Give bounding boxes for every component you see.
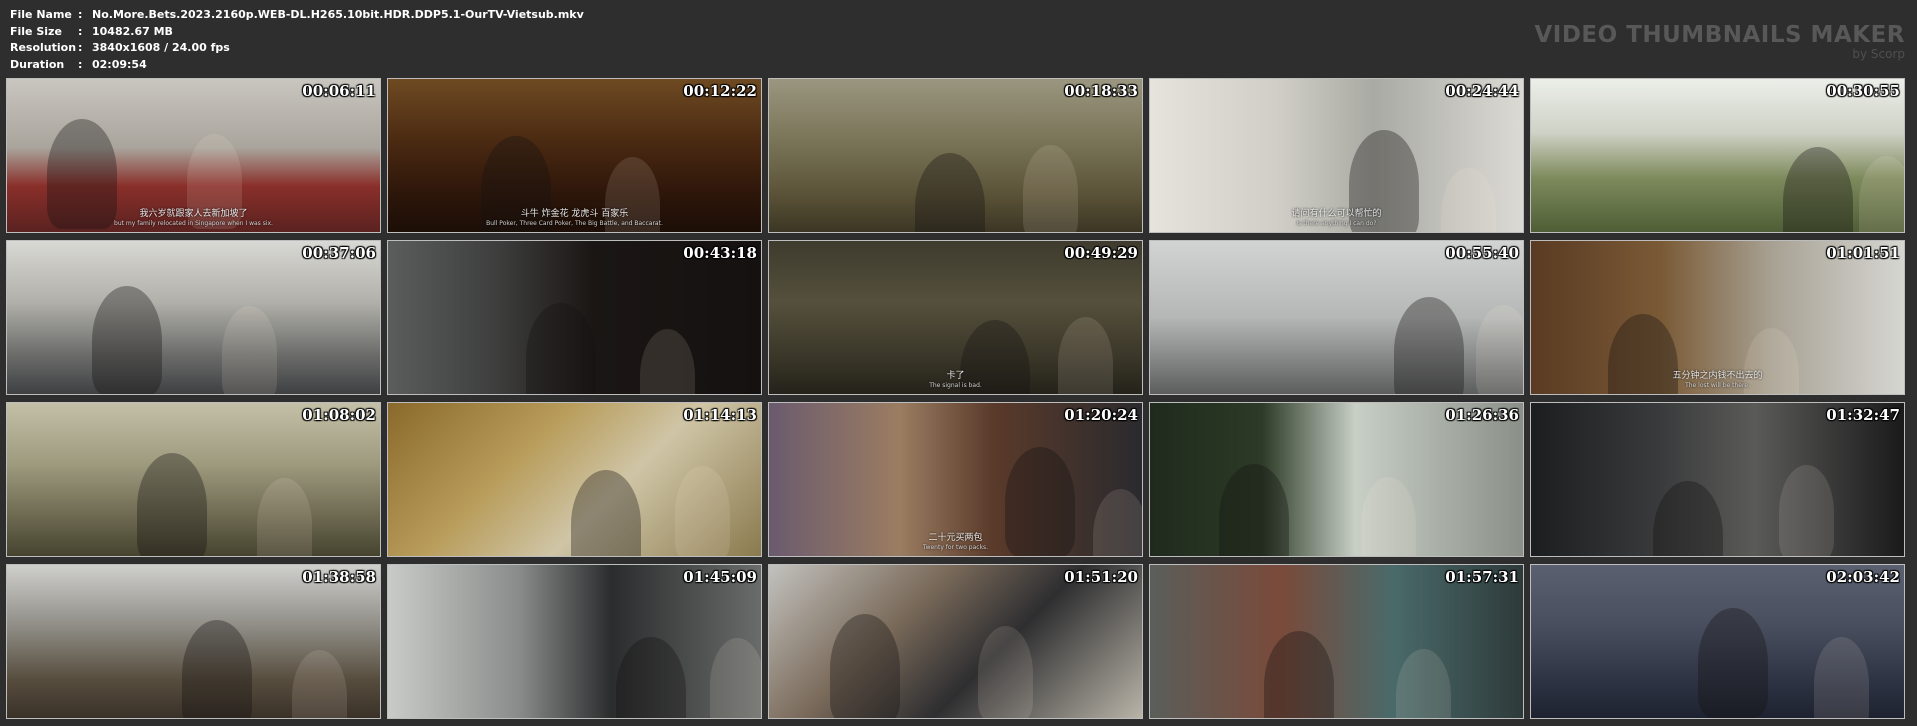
scene-figure [92, 286, 162, 394]
thumbnail-frame[interactable]: 01:26:36 [1149, 402, 1524, 557]
timestamp-label: 00:30:55 [1826, 82, 1900, 100]
scene-figure [1476, 305, 1523, 394]
scene-figure [830, 614, 900, 718]
scene-figure [182, 620, 252, 718]
thumbnail-frame[interactable]: 00:37:06 [6, 240, 381, 395]
thumbnail-image [1150, 565, 1523, 718]
timestamp-label: 02:03:42 [1826, 568, 1900, 586]
file-size-label: File Size [10, 24, 62, 38]
thumbnail-frame[interactable]: 00:06:11 我六岁就跟家人去新加坡了 but my family reloca… [6, 78, 381, 233]
brand-watermark: VIDEO THUMBNAILS MAKER by Scorp [1534, 22, 1905, 61]
timestamp-label: 00:18:33 [1064, 82, 1138, 100]
thumbnail-frame[interactable]: 01:08:02 [6, 402, 381, 557]
subtitle-chinese: 卡了 [946, 371, 965, 381]
file-name-label: File Name [10, 8, 72, 21]
thumbnail-image [388, 565, 761, 718]
timestamp-label: 01:14:13 [683, 406, 757, 424]
file-info-row: File Name : No.More.Bets.2023.2160p.WEB-… [10, 7, 584, 24]
scene-figure [675, 466, 730, 556]
thumbnail-grid: 00:06:11 我六岁就跟家人去新加坡了 but my family reloca… [6, 78, 1905, 719]
thumbnail-frame[interactable]: 01:51:20 [768, 564, 1143, 719]
header: File Name : No.More.Bets.2023.2160p.WEB-… [0, 0, 1917, 78]
subtitle-caption: 我六岁就跟家人去新加坡了 but my family relocated in S… [7, 209, 380, 229]
timestamp-label: 00:37:06 [302, 244, 376, 262]
timestamp-label: 01:51:20 [1064, 568, 1138, 586]
scene-figure [1023, 145, 1078, 232]
subtitle-chinese: 斗牛 炸金花 龙虎斗 百家乐 [520, 209, 629, 219]
timestamp-label: 00:55:40 [1445, 244, 1519, 262]
thumbnail-frame[interactable]: 01:14:13 [387, 402, 762, 557]
thumbnail-frame[interactable]: 01:20:24 二十元买两包 Twenty for two packs. [768, 402, 1143, 557]
timestamp-label: 01:26:36 [1445, 406, 1519, 424]
separator: : [78, 41, 83, 54]
subtitle-caption: 五分钟之内钱不出去的 The lost will be there. [1531, 371, 1904, 391]
thumbnail-frame[interactable]: 01:01:51 五分钟之内钱不出去的 The lost will be there… [1530, 240, 1905, 395]
scene-figure [137, 453, 207, 556]
subtitle-english: The signal is bad. [929, 382, 982, 389]
file-info-row: Duration : 02:09:54 [10, 57, 584, 74]
subtitle-english: but my family relocated in Singapore whe… [114, 220, 273, 227]
timestamp-label: 00:12:22 [683, 82, 757, 100]
scene-figure [978, 626, 1033, 718]
timestamp-label: 01:38:58 [302, 568, 376, 586]
separator: : [78, 57, 83, 71]
timestamp-label: 01:32:47 [1826, 406, 1900, 424]
timestamp-label: 00:49:29 [1064, 244, 1138, 262]
separator: : [78, 8, 83, 21]
thumbnail-frame[interactable]: 01:32:47 [1530, 402, 1905, 557]
subtitle-english: Bull Poker, Three Card Poker, The Big Ba… [486, 220, 663, 227]
separator: : [78, 24, 83, 38]
subtitle-english: Is there anything I can do? [1296, 220, 1377, 227]
timestamp-label: 01:01:51 [1826, 244, 1900, 262]
duration-label: Duration [10, 57, 65, 71]
thumbnail-frame[interactable]: 02:03:42 [1530, 564, 1905, 719]
subtitle-chinese: 我六岁就跟家人去新加坡了 [139, 209, 248, 219]
timestamp-label: 00:43:18 [683, 244, 757, 262]
scene-figure [222, 306, 277, 394]
thumbnail-image [7, 241, 380, 394]
resolution-label: Resolution [10, 41, 77, 54]
timestamp-label: 00:06:11 [302, 82, 376, 100]
file-info-row: Resolution : 3840x1608 / 24.00 fps [10, 40, 584, 57]
thumbnail-frame[interactable]: 00:12:22 斗牛 炸金花 龙虎斗 百家乐 Bull Poker, Three … [387, 78, 762, 233]
timestamp-label: 01:20:24 [1064, 406, 1138, 424]
timestamp-label: 01:45:09 [683, 568, 757, 586]
thumbnail-frame[interactable]: 00:55:40 [1149, 240, 1524, 395]
file-info-row: File Size : 10482.67 MB [10, 24, 584, 41]
subtitle-caption: 请问有什么可以帮忙的 Is there anything I can do? [1150, 209, 1523, 229]
subtitle-english: Twenty for two packs. [922, 544, 989, 551]
file-info: File Name : No.More.Bets.2023.2160p.WEB-… [10, 7, 584, 73]
timestamp-label: 01:08:02 [302, 406, 376, 424]
file-size-value: 10482.67 MB [92, 24, 173, 38]
thumbnail-image [1150, 241, 1523, 394]
duration-value: 02:09:54 [92, 57, 147, 71]
brand-title: VIDEO THUMBNAILS MAKER [1534, 22, 1905, 48]
subtitle-caption: 卡了 The signal is bad. [769, 371, 1142, 391]
scene-figure [710, 638, 761, 718]
timestamp-label: 00:24:44 [1445, 82, 1519, 100]
subtitle-caption: 二十元买两包 Twenty for two packs. [769, 533, 1142, 553]
subtitle-english: The lost will be there. [1685, 382, 1750, 389]
thumbnail-frame[interactable]: 00:18:33 [768, 78, 1143, 233]
thumbnail-frame[interactable]: 01:38:58 [6, 564, 381, 719]
timestamp-label: 01:57:31 [1445, 568, 1519, 586]
subtitle-chinese: 五分钟之内钱不出去的 [1672, 371, 1763, 381]
subtitle-caption: 斗牛 炸金花 龙虎斗 百家乐 Bull Poker, Three Card Pok… [388, 209, 761, 229]
thumbnail-frame[interactable]: 01:57:31 [1149, 564, 1524, 719]
brand-subtitle: by Scorp [1852, 47, 1905, 61]
thumbnail-image [769, 565, 1142, 718]
file-name-value: No.More.Bets.2023.2160p.WEB-DL.H265.10bi… [92, 8, 584, 21]
thumbnail-frame[interactable]: 00:30:55 [1530, 78, 1905, 233]
thumbnail-frame[interactable]: 00:24:44 请问有什么可以帮忙的 Is there anything I ca… [1149, 78, 1524, 233]
scene-figure [1698, 608, 1768, 718]
resolution-value: 3840x1608 / 24.00 fps [92, 41, 230, 54]
thumbnail-frame[interactable]: 01:45:09 [387, 564, 762, 719]
thumbnail-image [1150, 403, 1523, 556]
thumbnail-frame[interactable]: 00:49:29 卡了 The signal is bad. [768, 240, 1143, 395]
subtitle-chinese: 二十元买两包 [928, 533, 983, 543]
subtitle-chinese: 请问有什么可以帮忙的 [1291, 209, 1382, 219]
scene-figure [1779, 465, 1834, 556]
thumbnail-frame[interactable]: 00:43:18 [387, 240, 762, 395]
